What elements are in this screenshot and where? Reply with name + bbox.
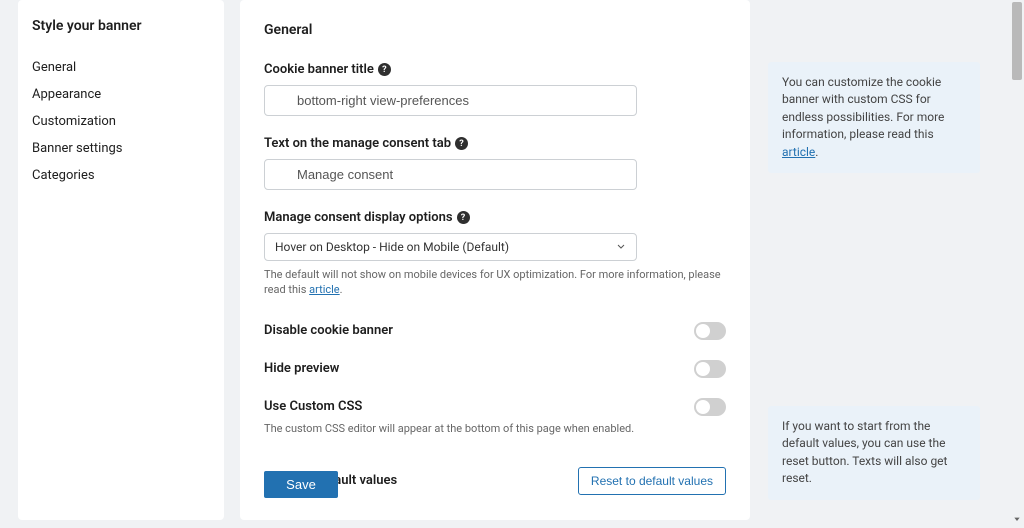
field-display-options: Manage consent display options ? Hover o… (264, 210, 726, 298)
info-bottom-text: If you want to start from the default va… (782, 419, 947, 485)
cookie-banner-title-input[interactable] (264, 85, 637, 116)
sidebar-title: Style your banner (32, 18, 210, 34)
save-button[interactable]: Save (264, 471, 338, 498)
sidebar-item-customization[interactable]: Customization (32, 108, 210, 135)
info-card-reset: If you want to start from the default va… (768, 406, 980, 500)
display-options-select[interactable]: Hover on Desktop - Hide on Mobile (Defau… (264, 233, 637, 261)
hide-preview-toggle[interactable] (694, 360, 726, 378)
use-custom-css-label: Use Custom CSS (264, 399, 362, 414)
page-title: General (264, 22, 726, 38)
row-hide-preview: Hide preview (264, 356, 726, 378)
cookie-banner-title-label: Cookie banner title (264, 62, 374, 77)
reset-button[interactable]: Reset to default values (578, 467, 726, 495)
row-disable-cookie-banner: Disable cookie banner (264, 318, 726, 340)
hide-preview-label: Hide preview (264, 361, 339, 376)
help-icon[interactable]: ? (457, 211, 470, 224)
sidebar-item-categories[interactable]: Categories (32, 162, 210, 189)
help-icon[interactable]: ? (455, 137, 468, 150)
info-card-custom-css: You can customize the cookie banner with… (768, 62, 980, 173)
use-custom-css-sub: The custom CSS editor will appear at the… (264, 422, 726, 435)
disable-cookie-banner-toggle[interactable] (694, 322, 726, 340)
main-panel: General Cookie banner title ? Text on th… (240, 0, 750, 520)
manage-consent-tab-input[interactable] (264, 159, 637, 190)
article-link[interactable]: article (309, 283, 340, 296)
disable-cookie-banner-label: Disable cookie banner (264, 323, 393, 338)
display-options-label: Manage consent display options (264, 210, 453, 225)
sidebar-item-banner-settings[interactable]: Banner settings (32, 135, 210, 162)
info-top-suffix: . (815, 145, 818, 159)
article-link[interactable]: article (782, 145, 815, 159)
field-manage-consent-tab: Text on the manage consent tab ? (264, 136, 726, 190)
sidebar-item-general[interactable]: General (32, 54, 210, 81)
display-options-help: The default will not show on mobile devi… (264, 267, 726, 298)
row-use-custom-css: Use Custom CSS (264, 394, 726, 416)
manage-consent-tab-label: Text on the manage consent tab (264, 136, 451, 151)
use-custom-css-toggle[interactable] (694, 398, 726, 416)
field-cookie-banner-title: Cookie banner title ? (264, 62, 726, 116)
sidebar: Style your banner General Appearance Cus… (18, 0, 224, 520)
scrollbar-thumb[interactable] (1012, 2, 1022, 80)
sidebar-item-appearance[interactable]: Appearance (32, 81, 210, 108)
scrollbar[interactable] (1012, 2, 1022, 526)
help-text-suffix: . (340, 283, 343, 296)
help-icon[interactable]: ? (378, 63, 391, 76)
scroll-down-icon[interactable] (1012, 514, 1022, 524)
info-top-prefix: You can customize the cookie banner with… (782, 75, 944, 141)
